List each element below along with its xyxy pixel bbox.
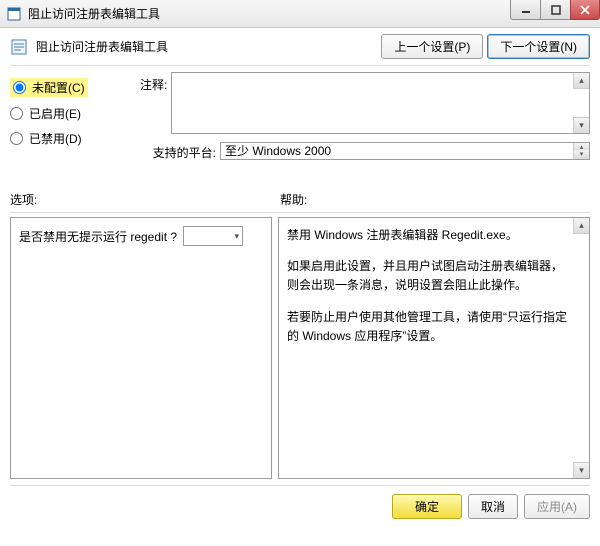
scroll-down-icon[interactable]: ▾ — [573, 462, 589, 478]
radio-group: 未配置(C) 已启用(E) 已禁用(D) — [10, 72, 130, 161]
scroll-up-icon[interactable]: ▴ — [573, 73, 589, 89]
radio-not-configured-label: 未配置(C) — [32, 79, 85, 96]
supported-label: 支持的平台: — [140, 140, 216, 161]
option-question: 是否禁用无提示运行 regedit ? — [19, 228, 177, 245]
supported-value: 至少 Windows 2000 — [225, 142, 331, 159]
settings-right: 注释: ▴ ▾ 支持的平台: 至少 Windows 2000 ▴ ▾ — [140, 72, 590, 161]
option-select[interactable]: ▾ — [183, 226, 243, 246]
mid-labels: 选项: 帮助: — [0, 161, 600, 212]
help-p2: 如果启用此设置，并且用户试图启动注册表编辑器，则会出现一条消息，说明设置会阻止此… — [287, 257, 567, 295]
window-buttons — [510, 0, 600, 20]
radio-disabled[interactable]: 已禁用(D) — [10, 130, 130, 147]
chevron-down-icon: ▾ — [235, 231, 240, 242]
supported-row: 支持的平台: 至少 Windows 2000 ▴ ▾ — [140, 140, 590, 161]
policy-title: 阻止访问注册表编辑工具 — [36, 38, 168, 55]
maximize-button[interactable] — [540, 0, 570, 20]
radio-enabled[interactable]: 已启用(E) — [10, 105, 130, 122]
option-row: 是否禁用无提示运行 regedit ? ▾ — [19, 226, 263, 246]
supported-field: 至少 Windows 2000 ▴ ▾ — [220, 142, 590, 160]
app-icon — [6, 6, 22, 22]
header: 阻止访问注册表编辑工具 上一个设置(P) 下一个设置(N) — [0, 28, 600, 61]
help-text: 禁用 Windows 注册表编辑器 Regedit.exe。 如果启用此设置，并… — [287, 226, 581, 346]
ok-button[interactable]: 确定 — [392, 494, 462, 519]
help-panel: ▴ ▾ 禁用 Windows 注册表编辑器 Regedit.exe。 如果启用此… — [278, 217, 590, 479]
minimize-button[interactable] — [510, 0, 540, 20]
radio-not-configured-input[interactable] — [13, 81, 26, 94]
radio-not-configured[interactable]: 未配置(C) — [10, 78, 88, 97]
header-left: 阻止访问注册表编辑工具 — [10, 38, 168, 56]
cancel-button[interactable]: 取消 — [468, 494, 518, 519]
comment-row: 注释: ▴ ▾ — [140, 72, 590, 134]
scroll-down-icon[interactable]: ▾ — [573, 117, 589, 133]
options-panel: 是否禁用无提示运行 regedit ? ▾ — [10, 217, 272, 479]
radio-enabled-input[interactable] — [10, 107, 23, 120]
prev-setting-button[interactable]: 上一个设置(P) — [381, 34, 483, 59]
help-p3: 若要防止用户使用其他管理工具，请使用“只运行指定的 Windows 应用程序”设… — [287, 308, 567, 346]
comment-label: 注释: — [140, 72, 167, 93]
help-p1: 禁用 Windows 注册表编辑器 Regedit.exe。 — [287, 226, 567, 245]
comment-field[interactable]: ▴ ▾ — [171, 72, 590, 134]
settings-area: 未配置(C) 已启用(E) 已禁用(D) 注释: ▴ ▾ 支持的平台: 至少 W… — [0, 66, 600, 161]
footer: 确定 取消 应用(A) — [10, 485, 590, 519]
panels: 是否禁用无提示运行 regedit ? ▾ ▴ ▾ 禁用 Windows 注册表… — [0, 213, 600, 485]
radio-disabled-input[interactable] — [10, 132, 23, 145]
close-button[interactable] — [570, 0, 600, 20]
nav-buttons: 上一个设置(P) 下一个设置(N) — [381, 34, 590, 59]
policy-icon — [10, 38, 28, 56]
scroll-down-icon[interactable]: ▾ — [573, 150, 589, 159]
options-label: 选项: — [10, 193, 37, 207]
window-title: 阻止访问注册表编辑工具 — [28, 5, 160, 22]
scroll-up-icon[interactable]: ▴ — [573, 218, 589, 234]
radio-disabled-label: 已禁用(D) — [29, 130, 82, 147]
title-bar: 阻止访问注册表编辑工具 — [0, 0, 600, 28]
help-label: 帮助: — [280, 193, 307, 207]
radio-enabled-label: 已启用(E) — [29, 105, 81, 122]
apply-button[interactable]: 应用(A) — [524, 494, 590, 519]
next-setting-button[interactable]: 下一个设置(N) — [487, 34, 590, 59]
